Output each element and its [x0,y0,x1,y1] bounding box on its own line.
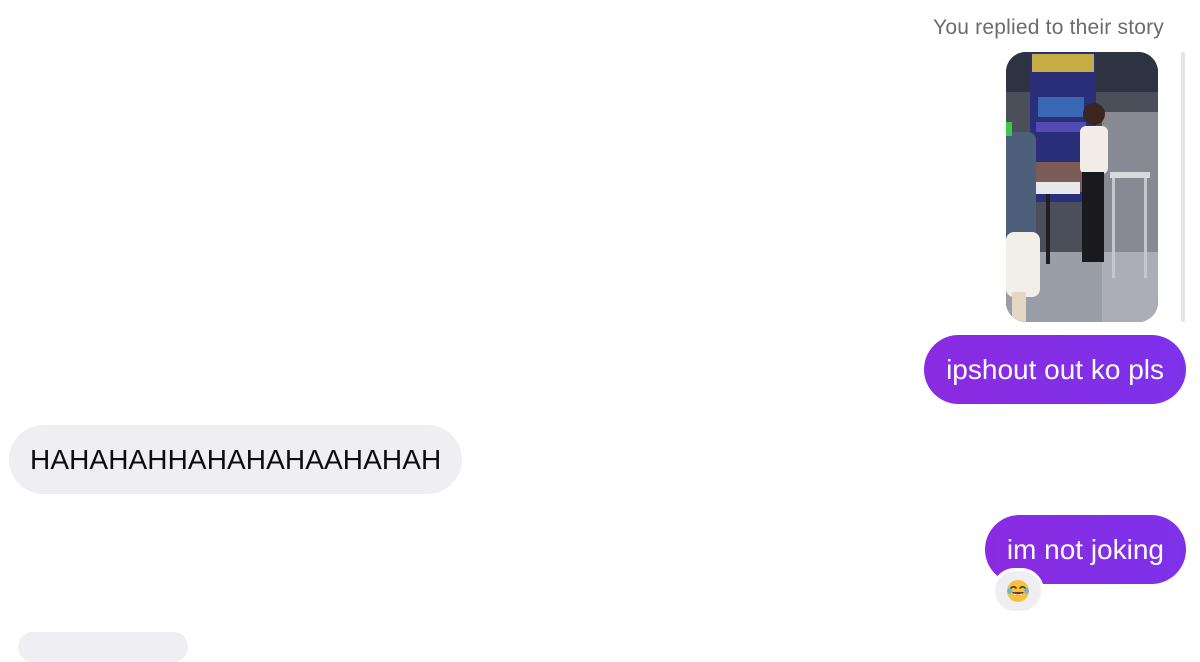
story-reply-indicator-bar [1181,52,1185,322]
message-bubble-incoming[interactable]: HAHAHAHHAHAHAHAAHAHAH [9,425,463,494]
message-reaction[interactable] [992,568,1044,614]
message-bubble-incoming-partial[interactable] [18,632,188,662]
laughing-tears-emoji-icon [1007,580,1029,602]
story-thumbnail[interactable] [1006,52,1158,322]
story-image [1006,52,1158,322]
story-reply-caption: You replied to their story [933,16,1164,39]
message-bubble-outgoing[interactable]: ipshout out ko pls [924,335,1186,404]
